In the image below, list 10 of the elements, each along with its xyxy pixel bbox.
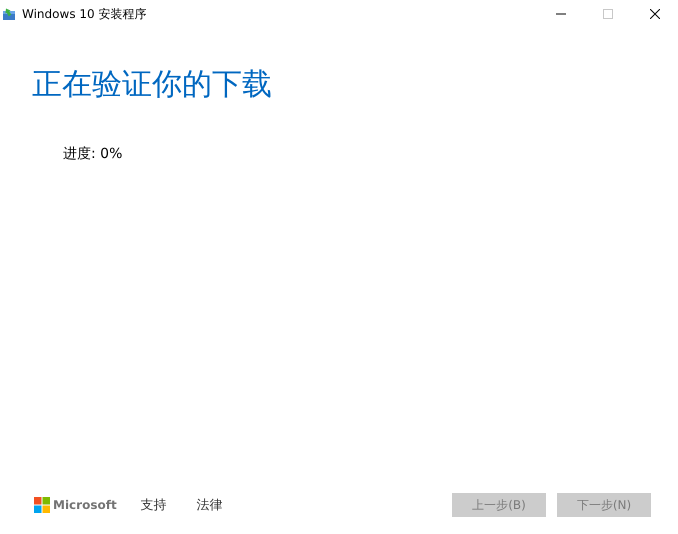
window-title: Windows 10 安装程序 xyxy=(22,6,146,22)
maximize-icon xyxy=(602,9,612,19)
microsoft-logo-icon xyxy=(34,497,50,513)
close-icon xyxy=(650,9,660,19)
footer-link[interactable]: 法律 xyxy=(196,496,223,514)
page-heading: 正在验证你的下载 xyxy=(32,66,273,104)
setup-icon xyxy=(2,7,16,21)
brand-name: Microsoft xyxy=(53,498,117,512)
footer-link[interactable]: 支持 xyxy=(140,496,167,514)
progress-text: 进度: 0% xyxy=(63,145,124,163)
